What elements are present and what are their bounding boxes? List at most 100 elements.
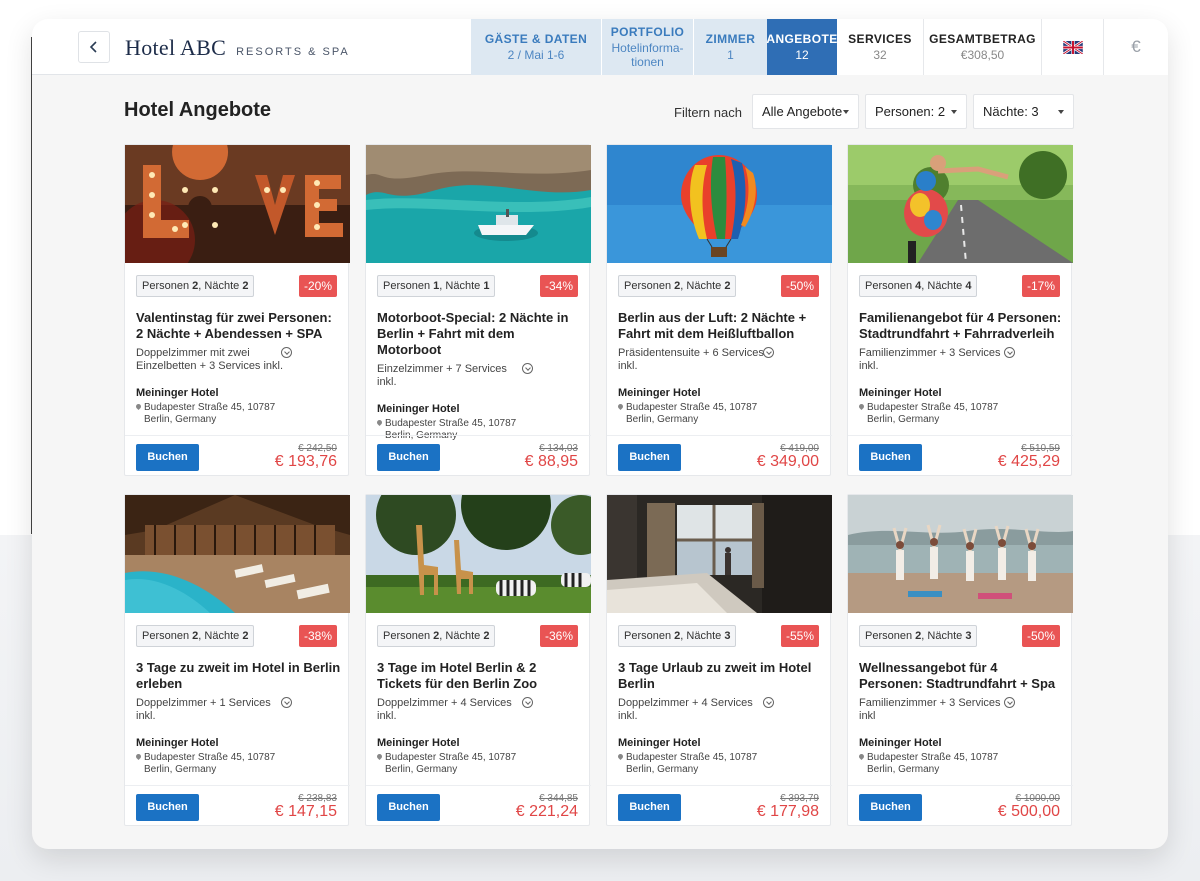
filter-label: Filtern nach xyxy=(674,105,742,120)
step-value: €308,50 xyxy=(960,48,1005,62)
hotel-name: Meininger Hotel xyxy=(377,403,460,415)
offer-card[interactable]: Personen 2, Nächte 3 -50% Wellnessangebo… xyxy=(847,494,1073,826)
expand-details-icon[interactable] xyxy=(281,347,292,358)
offer-image[interactable] xyxy=(848,145,1073,263)
offer-title[interactable]: Valentinstag für zwei Personen: 2 Nächte… xyxy=(136,310,341,342)
select-value: Personen: 2 xyxy=(875,104,946,119)
step-services[interactable]: SERVICES 32 xyxy=(837,19,923,75)
room-services: Doppelzimmer + 4 Services inkl. xyxy=(377,697,512,722)
book-button[interactable]: Buchen xyxy=(859,444,922,471)
back-button[interactable] xyxy=(78,31,110,63)
offer-price: € 193,76 xyxy=(274,453,337,470)
persons-select[interactable]: Personen: 2 xyxy=(865,94,967,129)
book-button[interactable]: Buchen xyxy=(859,794,922,821)
offer-image[interactable] xyxy=(125,145,350,263)
resort-pool-terrace xyxy=(125,495,350,613)
offer-type-select[interactable]: Alle Angebote xyxy=(752,94,859,129)
step-rooms[interactable]: ZIMMER 1 xyxy=(694,19,767,75)
logo-tagline: RESORTS & SPA xyxy=(236,46,350,58)
offer-image[interactable] xyxy=(848,495,1073,613)
step-value: 2 / Mai 1-6 xyxy=(507,48,565,62)
hotel-logo[interactable]: Hotel ABC RESORTS & SPA xyxy=(125,35,350,61)
room-services: Doppelzimmer + 4 Services inkl. xyxy=(618,697,753,722)
step-label: SERVICES xyxy=(848,32,912,46)
step-value: Hotelinforma-tionen xyxy=(611,41,684,69)
step-portfolio[interactable]: PORTFOLIO Hotelinforma-tionen xyxy=(602,19,693,75)
offer-title[interactable]: 3 Tage Urlaub zu zweit im Hotel Berlin xyxy=(618,660,823,692)
book-button[interactable]: Buchen xyxy=(136,444,199,471)
card-divider xyxy=(848,785,1073,786)
step-label: PORTFOLIO xyxy=(610,25,685,39)
offer-title[interactable]: 3 Tage zu zweit im Hotel in Berlin erleb… xyxy=(136,660,341,692)
expand-details-icon[interactable] xyxy=(1004,697,1015,708)
marquee-love-letters xyxy=(125,145,350,263)
chevron-left-icon xyxy=(89,41,97,53)
hotel-name: Meininger Hotel xyxy=(136,737,219,749)
location-pin-icon xyxy=(857,402,866,411)
room-services: Einzelzimmer + 7 Services inkl. xyxy=(377,363,507,388)
persons-nights-badge: Personen 4, Nächte 4 xyxy=(859,275,978,297)
nights-select[interactable]: Nächte: 3 xyxy=(973,94,1074,129)
expand-details-icon[interactable] xyxy=(522,363,533,374)
card-divider xyxy=(366,785,591,786)
logo-name: Hotel ABC xyxy=(125,35,227,60)
offer-title[interactable]: Motorboot-Special: 2 Nächte in Berlin + … xyxy=(377,310,582,358)
step-total[interactable]: GESAMTBETRAG €308,50 xyxy=(923,19,1041,75)
offer-title[interactable]: 3 Tage im Hotel Berlin & 2 Tickets für d… xyxy=(377,660,582,692)
offer-image[interactable] xyxy=(125,495,350,613)
expand-details-icon[interactable] xyxy=(763,347,774,358)
book-button[interactable]: Buchen xyxy=(618,444,681,471)
caret-down-icon xyxy=(843,110,849,114)
book-button[interactable]: Buchen xyxy=(136,794,199,821)
book-button[interactable]: Buchen xyxy=(377,794,440,821)
hotel-address: Budapester Straße 45, 10787Berlin, Germa… xyxy=(616,402,757,426)
offer-title[interactable]: Familienangebot für 4 Personen: Stadtrun… xyxy=(859,310,1064,342)
location-pin-icon xyxy=(616,752,625,761)
offer-card[interactable]: Personen 1, Nächte 1 -34% Motorboot-Spec… xyxy=(365,144,591,476)
offer-card[interactable]: Personen 2, Nächte 3 -55% 3 Tage Urlaub … xyxy=(606,494,832,826)
language-switch[interactable] xyxy=(1041,19,1103,75)
offer-card[interactable]: Personen 2, Nächte 2 -38% 3 Tage zu zwei… xyxy=(124,494,350,826)
offer-title[interactable]: Berlin aus der Luft: 2 Nächte + Fahrt mi… xyxy=(618,310,823,342)
offer-price: € 147,15 xyxy=(274,803,337,820)
beach-yoga-group xyxy=(848,495,1073,613)
persons-nights-badge: Personen 2, Nächte 3 xyxy=(859,625,978,647)
currency-switch[interactable]: € xyxy=(1103,19,1168,75)
step-label: ANGEBOTE xyxy=(766,32,838,46)
offer-image[interactable] xyxy=(607,145,832,263)
card-divider xyxy=(125,785,350,786)
location-pin-icon xyxy=(134,752,143,761)
offer-image[interactable] xyxy=(607,495,832,613)
discount-badge: -17% xyxy=(1021,275,1060,297)
offer-title[interactable]: Wellnessangebot für 4 Personen: Stadtrun… xyxy=(859,660,1064,692)
offer-card[interactable]: Personen 2, Nächte 2 -36% 3 Tage im Hote… xyxy=(365,494,591,826)
offer-image[interactable] xyxy=(366,495,591,613)
select-value: Nächte: 3 xyxy=(983,104,1039,119)
book-button[interactable]: Buchen xyxy=(618,794,681,821)
offer-card[interactable]: Personen 2, Nächte 2 -50% Berlin aus der… xyxy=(606,144,832,476)
expand-details-icon[interactable] xyxy=(522,697,533,708)
book-button[interactable]: Buchen xyxy=(377,444,440,471)
room-services: Familienzimmer + 3 Services inkl xyxy=(859,697,1001,722)
discount-badge: -50% xyxy=(780,275,819,297)
expand-details-icon[interactable] xyxy=(1004,347,1015,358)
persons-nights-badge: Personen 2, Nächte 2 xyxy=(618,275,737,297)
expand-details-icon[interactable] xyxy=(281,697,292,708)
offer-card[interactable]: Personen 4, Nächte 4 -17% Familienangebo… xyxy=(847,144,1073,476)
page-title: Hotel Angebote xyxy=(124,99,272,121)
discount-badge: -34% xyxy=(539,275,578,297)
step-value: 12 xyxy=(795,48,809,62)
step-offers[interactable]: ANGEBOTE 12 xyxy=(766,19,838,75)
hotel-address: Budapester Straße 45, 10787Berlin, Germa… xyxy=(857,752,998,776)
room-services: Doppelzimmer + 1 Services inkl. xyxy=(136,697,271,722)
card-divider xyxy=(125,435,350,436)
offer-image[interactable] xyxy=(366,145,591,263)
step-guests-dates[interactable]: GÄSTE & DATEN 2 / Mai 1-6 xyxy=(471,19,601,75)
expand-details-icon[interactable] xyxy=(763,697,774,708)
discount-badge: -36% xyxy=(539,625,578,647)
location-pin-icon xyxy=(375,752,384,761)
caret-down-icon xyxy=(951,110,957,114)
offer-card[interactable]: Personen 2, Nächte 2 -20% Valentinstag f… xyxy=(124,144,350,476)
hotel-name: Meininger Hotel xyxy=(136,387,219,399)
room-services: Präsidentensuite + 6 Services inkl. xyxy=(618,347,764,372)
